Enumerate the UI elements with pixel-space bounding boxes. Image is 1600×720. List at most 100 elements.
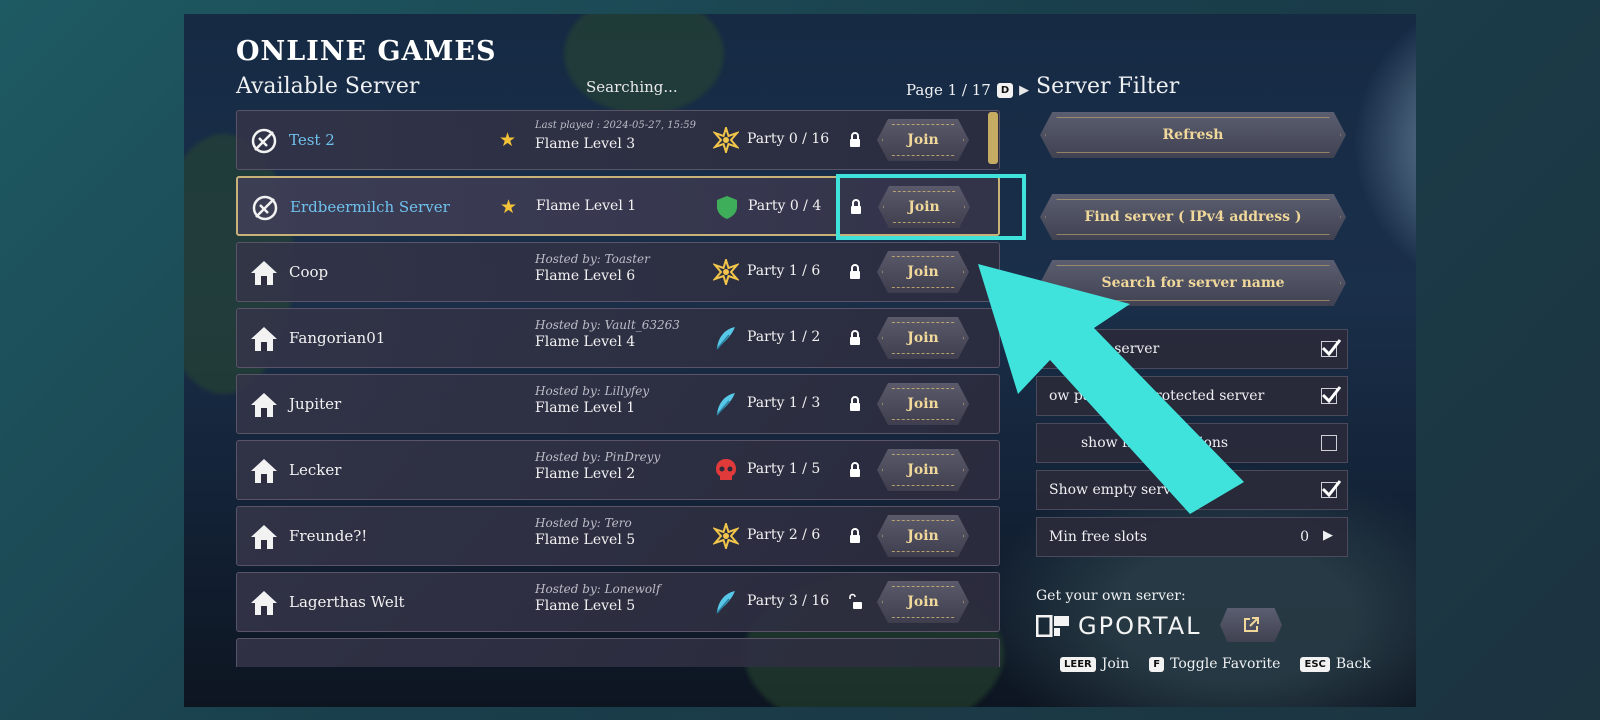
hint-label: Join [1101, 656, 1130, 672]
filter-password-protected[interactable]: ow password protected server [1036, 376, 1348, 416]
flame-level: Flame Level 1 [535, 400, 636, 416]
next-page-icon[interactable]: ▶ [1019, 83, 1029, 98]
join-button[interactable]: Join [877, 251, 969, 293]
search-name-button[interactable]: Search for server name [1040, 260, 1346, 306]
server-row[interactable]: Coop Hosted by: Toaster Flame Level 6 Party… [236, 242, 1000, 302]
refresh-button[interactable]: Refresh [1040, 112, 1346, 158]
sun-icon [711, 256, 741, 288]
filter-friend-sessions[interactable]: show friend sessions [1036, 423, 1348, 463]
server-host: Hosted by: Vault_63263 [535, 318, 680, 332]
filter-dedicated-server[interactable]: edicated server [1036, 329, 1348, 369]
external-link-button[interactable] [1220, 608, 1282, 642]
page-title: ONLINE GAMES [236, 36, 497, 67]
flame-level: Flame Level 2 [535, 466, 636, 482]
home-icon [249, 390, 279, 420]
server-row[interactable]: Freunde?! Hosted by: Tero Flame Level 5 Par… [236, 506, 1000, 566]
filter-empty-server[interactable]: Show empty server [1036, 470, 1348, 510]
join-button[interactable]: Join [877, 317, 969, 359]
dedicated-server-icon [250, 193, 280, 223]
party-count: Party 0 / 4 [748, 198, 822, 214]
server-host: Hosted by: Tero [535, 516, 632, 530]
list-scrollbar[interactable] [988, 112, 998, 164]
server-name: Erdbeermilch Server [290, 198, 450, 216]
lock-icon [849, 461, 861, 479]
feather-icon [713, 391, 739, 417]
checkbox-checked-icon[interactable] [1321, 339, 1342, 357]
server-row[interactable]: Lagerthas Welt Hosted by: Lonewolf Flame L… [236, 572, 1000, 632]
page-number: Page 1 / 17 [906, 81, 991, 99]
hint-join: LEER Join [1060, 656, 1129, 672]
page-indicator: Page 1 / 17 D ▶ [906, 81, 1029, 99]
foliage-top [564, 14, 724, 114]
lock-icon [849, 263, 861, 281]
flame-level: Flame Level 4 [535, 334, 636, 350]
party-count: Party 1 / 6 [747, 263, 821, 279]
hint-label: Toggle Favorite [1170, 656, 1281, 672]
server-name: Fangorian01 [289, 329, 386, 347]
flame-level: Flame Level 5 [535, 532, 636, 548]
join-button[interactable]: Join [877, 449, 969, 491]
chevron-right-icon[interactable]: ▶ [1323, 528, 1333, 543]
filter-option-label: Show empty server [1049, 482, 1187, 498]
unlock-icon [849, 593, 862, 611]
checkbox-unchecked-icon[interactable] [1321, 435, 1337, 451]
min-slots-value: 0 [1300, 529, 1309, 545]
filter-option-label: edicated server [1049, 341, 1160, 357]
join-button[interactable]: Join [877, 515, 969, 557]
home-icon [249, 522, 279, 552]
checkbox-checked-icon[interactable] [1321, 480, 1342, 498]
lock-icon [849, 395, 861, 413]
server-meta: Hosted by: Lillyfey Flame Level 1 [535, 384, 715, 416]
shield-icon [714, 194, 740, 220]
party-count: Party 3 / 16 [747, 593, 830, 609]
server-row[interactable]: Test 2 ★ Last played : 2024-05-27, 15:59 Fl… [236, 110, 1000, 170]
promo-label: Get your own server: [1036, 588, 1186, 604]
server-host: Hosted by: PinDreyy [535, 450, 661, 464]
feather-icon [713, 325, 739, 351]
min-slots-label: Min free slots [1049, 529, 1148, 545]
gportal-brand: GPORTAL [1078, 612, 1202, 640]
flame-level: Flame Level 1 [536, 198, 637, 214]
server-name: Coop [289, 263, 329, 281]
lock-icon [850, 198, 862, 216]
server-name: Lecker [289, 461, 342, 479]
server-host: Hosted by: Lonewolf [535, 582, 661, 596]
server-row[interactable]: Jupiter Hosted by: Lillyfey Flame Level 1 P… [236, 374, 1000, 434]
server-row[interactable]: Erdbeermilch Server ★ Flame Level 1 Party 0… [236, 176, 1000, 236]
home-icon [249, 456, 279, 486]
key-leer: LEER [1060, 656, 1096, 672]
filter-option-label: show friend sessions [1081, 435, 1229, 451]
home-icon [249, 588, 279, 618]
gportal-logo: GPORTAL [1036, 612, 1201, 640]
server-row[interactable]: Lecker Hosted by: PinDreyy Flame Level 2 Pa… [236, 440, 1000, 500]
filter-option-label: ow password protected server [1049, 388, 1265, 404]
hint-favorite: F Toggle Favorite [1149, 656, 1280, 672]
server-meta: Last played : 2024-05-27, 15:59 Flame Lev… [535, 120, 715, 152]
home-icon [249, 324, 279, 354]
join-button[interactable]: Join [877, 383, 969, 425]
dedicated-server-icon [249, 126, 279, 156]
server-host: Last played : 2024-05-27, 15:59 [535, 120, 697, 131]
join-button[interactable]: Join [877, 581, 969, 623]
key-esc: ESC [1300, 656, 1330, 672]
flame-level: Flame Level 6 [535, 268, 636, 284]
server-host: Hosted by: Toaster [535, 252, 650, 266]
search-status: Searching... [586, 78, 678, 96]
server-row[interactable] [236, 638, 1000, 667]
checkbox-checked-icon[interactable] [1321, 386, 1342, 404]
favorite-star-icon[interactable]: ★ [499, 129, 516, 151]
join-button[interactable]: Join [877, 119, 969, 161]
filter-min-free-slots[interactable]: Min free slots 0 ▶ [1036, 517, 1348, 557]
server-name: Jupiter [289, 395, 342, 413]
server-name: Freunde?! [289, 527, 368, 545]
lock-icon [849, 527, 861, 545]
find-by-ip-button[interactable]: Find server ( IPv4 address ) [1040, 194, 1346, 240]
filter-title: Server Filter [1036, 74, 1180, 99]
server-host: Hosted by: Lillyfey [535, 384, 650, 398]
favorite-star-icon[interactable]: ★ [500, 196, 517, 218]
hint-label: Back [1335, 656, 1371, 672]
control-hints: LEER Join F Toggle Favorite ESC Back [1060, 656, 1371, 672]
party-count: Party 1 / 5 [747, 461, 821, 477]
join-button[interactable]: Join [878, 186, 970, 228]
server-row[interactable]: Fangorian01 Hosted by: Vault_63263 Flame L… [236, 308, 1000, 368]
